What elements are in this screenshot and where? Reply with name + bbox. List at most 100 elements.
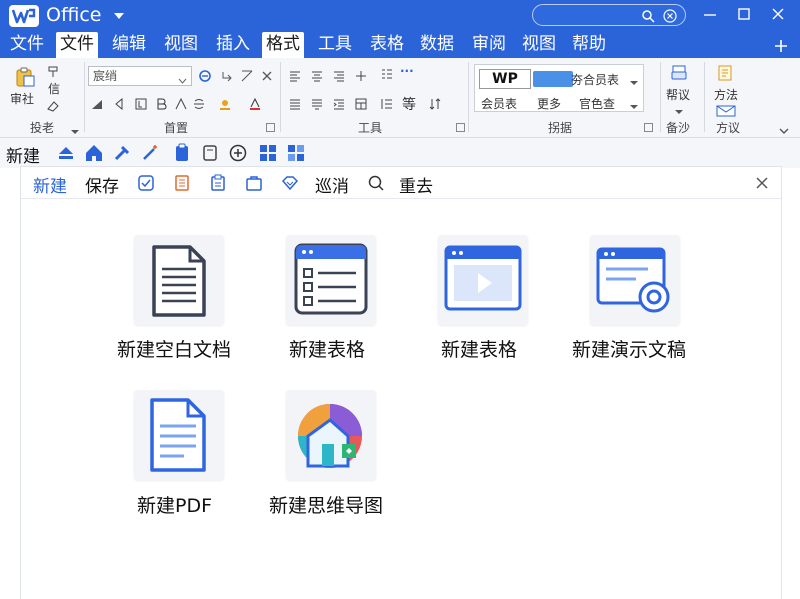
align-left-icon[interactable] xyxy=(288,68,302,82)
home-icon[interactable] xyxy=(84,143,104,163)
dialog-new-button[interactable]: 新建 xyxy=(33,172,67,197)
style-item-label[interactable]: 官色查 xyxy=(579,95,615,112)
list-icon[interactable] xyxy=(380,66,394,80)
menu-item-help[interactable]: 帮助 xyxy=(568,32,610,58)
menu-item-data[interactable]: 数据 xyxy=(416,32,458,58)
paste-label[interactable]: 审社 xyxy=(10,90,34,107)
bold-icon[interactable] xyxy=(134,96,148,110)
menu-item-file-active[interactable]: 文件 xyxy=(56,32,98,58)
font-name-select[interactable]: 宸绡 xyxy=(88,66,192,86)
dialog-save-button[interactable]: 保存 xyxy=(85,172,119,197)
clipboard-icon[interactable] xyxy=(172,143,192,163)
align-center-icon[interactable] xyxy=(310,68,324,82)
sort-icon[interactable] xyxy=(428,96,442,110)
more-options-icon[interactable]: ··· xyxy=(400,64,414,78)
chevron-down-icon[interactable] xyxy=(112,8,126,22)
mail-icon[interactable] xyxy=(716,102,736,117)
table-insert-icon[interactable] xyxy=(354,96,368,110)
add-tab-icon[interactable] xyxy=(774,38,788,52)
tile-label[interactable]: 新建PDF xyxy=(137,491,212,518)
line-spacing-icon[interactable] xyxy=(380,96,394,110)
search-icon[interactable] xyxy=(641,8,655,23)
new-spreadsheet-tile[interactable] xyxy=(286,235,376,325)
hammer-icon[interactable] xyxy=(112,143,132,163)
strikethrough-icon[interactable] xyxy=(192,96,206,110)
menu-item-file[interactable]: 文件 xyxy=(6,32,48,58)
close-icon[interactable] xyxy=(260,68,274,82)
triangle-icon[interactable] xyxy=(90,96,104,110)
eject-icon[interactable] xyxy=(56,143,76,163)
notes-icon[interactable] xyxy=(173,174,191,192)
maximize-button[interactable] xyxy=(732,4,756,26)
chevron-down-icon[interactable] xyxy=(178,72,187,84)
ribbon-label-6[interactable]: 方法 xyxy=(714,86,738,103)
dialog-launcher-icon[interactable] xyxy=(456,123,465,132)
format-painter-icon[interactable] xyxy=(46,64,60,78)
justify-icon[interactable] xyxy=(288,96,302,110)
text-color-icon[interactable] xyxy=(218,96,232,110)
plus-icon[interactable] xyxy=(354,68,368,82)
style-swatch[interactable] xyxy=(533,71,573,87)
italic-icon[interactable] xyxy=(112,96,126,111)
close-window-button[interactable] xyxy=(766,4,790,26)
chevron-down-icon[interactable] xyxy=(70,122,80,134)
style-item-label[interactable]: 会员表 xyxy=(481,95,517,112)
dialog-reload-button[interactable]: 重去 xyxy=(399,172,433,197)
grid-apps-icon[interactable] xyxy=(258,143,278,163)
quick-new-label[interactable]: 新建 xyxy=(6,142,40,167)
puzzle-icon[interactable] xyxy=(286,143,306,163)
briefcase-icon[interactable] xyxy=(245,174,263,192)
check-badge-icon[interactable] xyxy=(137,174,155,192)
new-table-tile[interactable] xyxy=(438,235,528,325)
search-input[interactable] xyxy=(532,4,686,26)
printer-icon[interactable] xyxy=(670,64,688,82)
dialog-patrol-button[interactable]: 巡消 xyxy=(315,172,349,197)
paste-icon[interactable] xyxy=(14,66,36,88)
refresh-icon[interactable] xyxy=(198,68,212,82)
style-thumb[interactable]: WP xyxy=(479,69,531,89)
clipboard-outline-icon[interactable] xyxy=(209,174,227,192)
menu-item-table[interactable]: 表格 xyxy=(366,32,408,58)
eraser-icon[interactable] xyxy=(46,98,60,112)
dialog-launcher-icon[interactable] xyxy=(644,123,653,132)
clear-format-icon[interactable] xyxy=(240,68,254,82)
tile-label[interactable]: 新建表格 xyxy=(289,335,365,362)
ribbon-para-label[interactable]: 等 xyxy=(402,94,416,114)
chevron-down-icon[interactable] xyxy=(674,102,684,114)
document-icon[interactable] xyxy=(716,64,734,82)
menu-item-insert[interactable]: 插入 xyxy=(212,32,254,58)
style-item-label[interactable]: 更多 xyxy=(537,95,561,112)
magic-wand-icon[interactable] xyxy=(140,143,160,163)
ribbon-label-5[interactable]: 帮议 xyxy=(666,86,690,103)
new-mindmap-tile[interactable] xyxy=(286,390,376,480)
add-circle-icon[interactable] xyxy=(228,143,248,163)
dialog-launcher-icon[interactable] xyxy=(266,123,275,132)
menu-item-format[interactable]: 格式 xyxy=(262,32,304,58)
font-color-icon[interactable] xyxy=(248,96,262,110)
tile-label[interactable]: 新建演示文稿 xyxy=(572,335,686,362)
new-blank-document-tile[interactable] xyxy=(134,235,224,325)
menu-item-edit[interactable]: 编辑 xyxy=(108,32,150,58)
search-icon[interactable] xyxy=(367,174,385,192)
bold-b-icon[interactable] xyxy=(154,96,168,110)
style-item-label[interactable]: 夯合员表 xyxy=(571,71,619,88)
distributed-icon[interactable] xyxy=(310,96,324,110)
menu-item-view-2[interactable]: 视图 xyxy=(518,32,560,58)
align-right-icon[interactable] xyxy=(332,68,346,82)
clear-search-icon[interactable] xyxy=(663,8,677,23)
tile-label[interactable]: 新建表格 xyxy=(441,335,517,362)
ribbon-small-label-1[interactable]: 信 xyxy=(48,80,60,97)
menu-item-view[interactable]: 视图 xyxy=(160,32,202,58)
close-icon[interactable] xyxy=(755,175,769,189)
tile-label[interactable]: 新建思维导图 xyxy=(269,491,383,518)
indent-icon[interactable] xyxy=(332,96,346,110)
chevron-down-icon[interactable] xyxy=(629,73,639,85)
style-gallery[interactable]: WP 夯合员表 会员表 更多 官色查 xyxy=(474,64,644,112)
wps-logo-icon[interactable] xyxy=(8,4,40,28)
collapse-ribbon-icon[interactable] xyxy=(778,122,790,134)
minimize-button[interactable] xyxy=(698,4,722,26)
new-presentation-tile[interactable] xyxy=(590,235,680,325)
new-pdf-tile[interactable] xyxy=(134,390,224,480)
undo-icon[interactable] xyxy=(220,68,234,82)
diamond-icon[interactable] xyxy=(281,174,299,192)
